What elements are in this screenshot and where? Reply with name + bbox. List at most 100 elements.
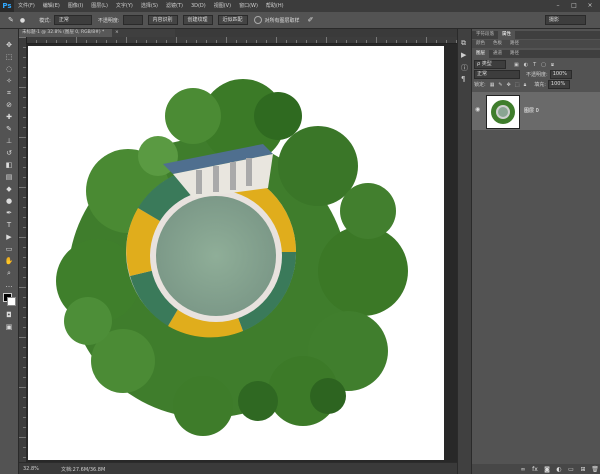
filter-type-icon[interactable]: T (533, 62, 536, 68)
menu-type[interactable]: 文字(Y) (112, 0, 137, 12)
ruler-tick (166, 40, 167, 43)
mode-select[interactable]: 正常 (53, 15, 92, 25)
actions-panel-icon[interactable]: ▶ (461, 51, 466, 59)
tab-paths[interactable]: 路径 (506, 40, 523, 48)
new-layer-icon[interactable]: ⊞ (577, 466, 589, 473)
sample-all-checkbox[interactable] (253, 16, 262, 24)
blend-row: 正常 不透明度: 100% (474, 70, 599, 79)
menu-file[interactable]: 文件(F) (14, 0, 39, 12)
tab-swatches[interactable]: 色板 (489, 40, 506, 48)
hand-tool-icon[interactable]: ✋ (4, 256, 14, 266)
type-tool-icon[interactable]: T (4, 220, 14, 230)
brush-tool-icon[interactable]: ✎ (8, 16, 14, 24)
adjustment-layer-icon[interactable]: ◐ (553, 466, 565, 473)
lasso-tool-icon[interactable]: ◌ (4, 64, 14, 74)
menu-image[interactable]: 图像(I) (64, 0, 87, 12)
eye-icon[interactable]: ◉ (475, 106, 480, 113)
close-button[interactable]: × (582, 0, 598, 12)
more-tools-icon[interactable]: … (4, 280, 14, 290)
layer-filter-select[interactable]: ρ 类型 (474, 60, 506, 69)
brush-preset-icon[interactable]: ● (20, 17, 25, 24)
pen-tool-icon[interactable]: ✒ (4, 208, 14, 218)
maximize-button[interactable]: □ (566, 0, 582, 12)
ruler-tick (266, 40, 267, 43)
blend-mode-select[interactable]: 正常 (474, 70, 520, 79)
dodge-tool-icon[interactable]: ● (4, 196, 14, 206)
lock-artboard-icon[interactable]: ⬚ (515, 82, 520, 88)
background-color-swatch[interactable] (7, 297, 16, 306)
menu-help[interactable]: 帮助(H) (262, 0, 288, 12)
crop-tool-icon[interactable]: ⌗ (4, 88, 14, 98)
tab-character-paragraph[interactable]: 字符段落 (472, 31, 498, 39)
menu-view[interactable]: 视图(V) (210, 0, 235, 12)
lock-pixels-icon[interactable]: ▦ (490, 82, 495, 88)
layer-thumbnail (486, 95, 520, 129)
menu-filter[interactable]: 滤镜(T) (162, 0, 187, 12)
new-group-icon[interactable]: ▭ (565, 466, 577, 473)
menu-3d[interactable]: 3D(D) (187, 0, 210, 12)
tab-layer-paths[interactable]: 路径 (506, 50, 523, 58)
delete-layer-icon[interactable]: 🗑︎ (589, 466, 600, 473)
tab-properties[interactable]: 属性 (498, 31, 515, 39)
options-bar: ✎ ● 模式: 正常 不透明度: 内容识别 创建纹理 近似匹配 对所有图层取样 … (0, 12, 600, 29)
ruler-tick (126, 37, 127, 43)
menu-edit[interactable]: 编辑(E) (39, 0, 64, 12)
brush-tool-icon[interactable]: ✎ (4, 124, 14, 134)
eyedropper-tool-icon[interactable]: ⊘ (4, 100, 14, 110)
add-mask-icon[interactable]: ◙ (541, 466, 553, 473)
opacity-value[interactable]: 100% (549, 70, 572, 79)
menu-select[interactable]: 选择(S) (137, 0, 162, 12)
zoom-tool-icon[interactable]: ⌕ (4, 268, 14, 278)
zoom-level[interactable]: 32.8% (23, 466, 39, 472)
ruler-tick (186, 40, 187, 43)
layer-style-icon[interactable]: fx (529, 466, 541, 473)
menu-layer[interactable]: 图层(L) (87, 0, 112, 12)
move-tool-icon[interactable]: ✥ (4, 40, 14, 50)
tab-layers[interactable]: 图层 (472, 50, 489, 58)
fill-value[interactable]: 100% (547, 80, 570, 89)
ruler-tick (19, 237, 26, 238)
lock-paint-icon[interactable]: ✎ (498, 82, 502, 88)
tab-color[interactable]: 颜色 (472, 40, 489, 48)
pressure-icon[interactable]: ✐ (308, 16, 314, 24)
ruler-tick (376, 37, 377, 43)
layer-name[interactable]: 图层 0 (524, 107, 539, 114)
history-panel-icon[interactable]: ⧉ (461, 39, 466, 48)
opacity-select[interactable] (122, 15, 143, 25)
filter-pixel-icon[interactable]: ▣ (514, 62, 519, 68)
tab-channels[interactable]: 通道 (489, 50, 506, 58)
proximity-match-button[interactable]: 近似匹配 (217, 15, 248, 25)
shape-tool-icon[interactable]: ▭ (4, 244, 14, 254)
history-brush-tool-icon[interactable]: ↺ (4, 148, 14, 158)
document-tab-active[interactable]: 未标题-1 @ 32.8% (图层 0, RGB/8#) * (19, 29, 114, 37)
workspace-select[interactable]: 摄影 (545, 15, 586, 25)
info-panel-icon[interactable]: ⓘ (461, 63, 468, 73)
link-layers-icon[interactable]: ∞ (517, 466, 529, 473)
lock-move-icon[interactable]: ✥ (507, 82, 511, 88)
blur-tool-icon[interactable]: ◆ (4, 184, 14, 194)
quick-mask-icon[interactable]: ◘ (4, 310, 14, 320)
filter-shape-icon[interactable]: ▢ (541, 62, 546, 68)
filter-smart-icon[interactable]: ⧈ (551, 62, 554, 68)
filter-adjust-icon[interactable]: ◐ (524, 62, 528, 68)
create-texture-button[interactable]: 创建纹理 (182, 15, 213, 25)
ruler-tick (286, 40, 287, 43)
clone-stamp-tool-icon[interactable]: ⊥ (4, 136, 14, 146)
content-aware-button[interactable]: 内容识别 (147, 15, 178, 25)
window-controls: – □ × (550, 0, 598, 12)
path-select-tool-icon[interactable]: ▶ (4, 232, 14, 242)
screen-mode-icon[interactable]: ▣ (4, 322, 14, 332)
layer-row[interactable]: ◉ 图层 0 (472, 92, 600, 130)
gradient-tool-icon[interactable]: ▤ (4, 172, 14, 182)
minimize-button[interactable]: – (550, 0, 566, 12)
lock-all-icon[interactable]: 🔒︎ (524, 82, 527, 88)
healing-brush-tool-icon[interactable]: ✚ (4, 112, 14, 122)
document-canvas[interactable] (28, 46, 444, 460)
quick-select-tool-icon[interactable]: ✧ (4, 76, 14, 86)
marquee-tool-icon[interactable]: ⬚ (4, 52, 14, 62)
menu-window[interactable]: 窗口(W) (235, 0, 262, 12)
photoshop-logo: Ps (0, 0, 14, 12)
paragraph-panel-icon[interactable]: ¶ (461, 75, 465, 83)
document-tab-close[interactable]: × (112, 29, 175, 37)
eraser-tool-icon[interactable]: ◧ (4, 160, 14, 170)
